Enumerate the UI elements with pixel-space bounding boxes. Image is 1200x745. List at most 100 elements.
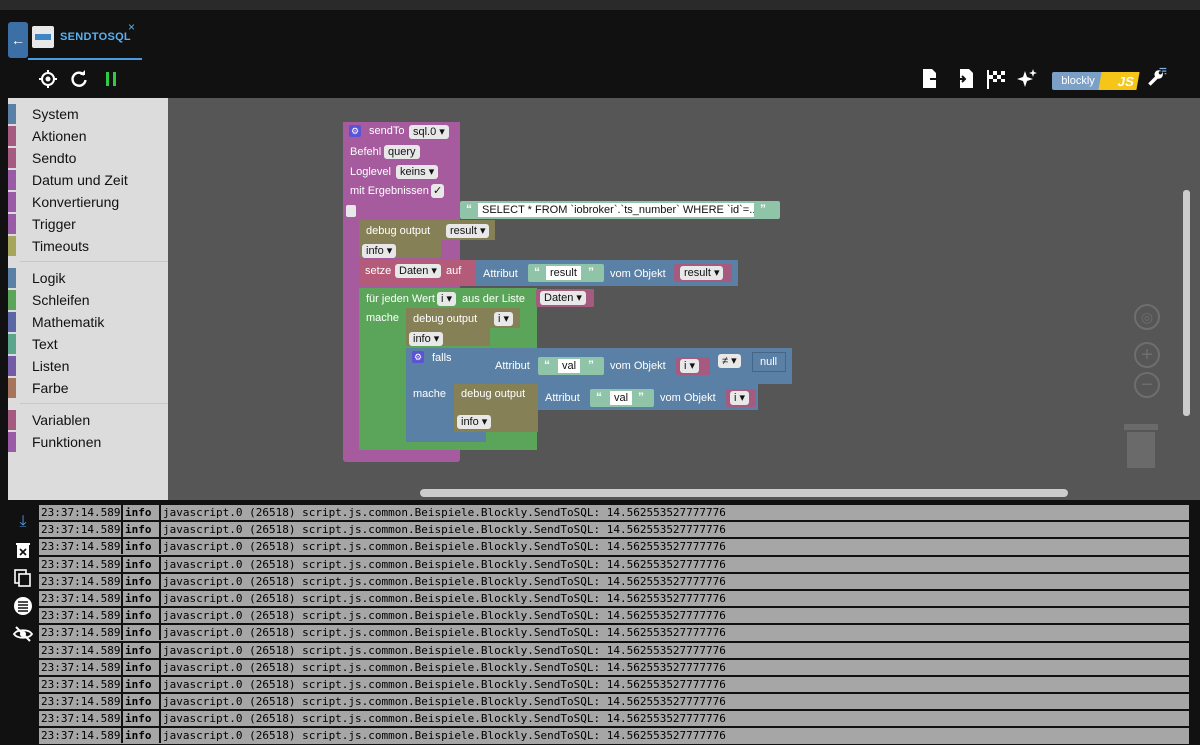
log-row: 23:37:14.589 info javascript.0 (26518) scr… [38,589,1190,608]
debug-output-label-3: debug output [461,388,526,400]
debug2-var-dropdown[interactable]: i ▾ [494,312,514,326]
log-row: 23:37:14.589 info javascript.0 (26518) scr… [38,693,1190,711]
tab-close-icon[interactable]: × [128,20,135,34]
copy-icon[interactable] [12,567,34,589]
mit-ergebnissen-checkbox[interactable]: ✓ [431,184,445,198]
hide-eye-icon[interactable] [12,623,34,645]
zoom-out-icon[interactable]: − [1134,372,1160,398]
workspace-vertical-scrollbar[interactable] [1183,190,1190,416]
import-icon[interactable] [953,68,975,90]
log-time: 23:37:14.589 [41,574,121,588]
compare-operator-dropdown[interactable]: ≠ ▾ [718,354,741,368]
category-schleifen[interactable]: Schleifen [8,290,168,310]
category-label: Text [32,336,58,352]
tab-sendtosql[interactable]: SENDTOSQL × [28,18,142,60]
foreach-var-dropdown[interactable]: i ▾ [437,292,457,306]
log-message: javascript.0 (26518) script.js.common.Be… [159,642,726,658]
category-listen[interactable]: Listen [8,356,168,376]
debug3-level-dropdown[interactable]: info ▾ [457,415,492,429]
attribut-label-3: Attribut [545,392,580,404]
setze-var-dropdown[interactable]: Daten ▾ [395,264,441,278]
attribut-value-2[interactable]: val [558,359,581,373]
scroll-to-bottom-icon[interactable]: ⤓ [12,511,34,533]
workspace-horizontal-scrollbar[interactable] [420,489,1068,497]
attribut-string-1[interactable]: “ result ” [528,264,604,282]
category-color-swatch [8,126,16,146]
blockly-workspace[interactable]: ⚙ sendTo sql.0 ▾ Befehl query Loglevel k… [168,98,1200,500]
objekt-var-block-2[interactable]: i ▾ [676,357,710,375]
mache-label: mache [366,312,400,324]
attribut-value-1[interactable]: result [546,266,581,280]
checkered-flag-icon[interactable] [985,68,1007,90]
objekt-var-block-1[interactable]: result ▾ [674,264,732,282]
gear-icon[interactable]: ⚙ [412,351,424,363]
log-message: javascript.0 (26518) script.js.common.Be… [159,539,726,555]
log-time: 23:37:14.589 [41,540,121,554]
null-block[interactable]: null [752,352,786,372]
list-view-icon[interactable] [12,595,34,617]
zoom-reset-icon[interactable]: ◎ [1134,304,1160,330]
liste-var-dropdown[interactable]: Daten ▾ [540,291,586,305]
debug1-level-dropdown[interactable]: info ▾ [362,244,397,258]
befehl-value[interactable]: query [384,145,420,159]
category-datum-und-zeit[interactable]: Datum und Zeit [8,170,168,190]
objekt-var-dropdown-1[interactable]: result ▾ [680,266,724,280]
category-variablen[interactable]: Variablen [8,410,168,430]
attribut-value-3[interactable]: val [610,391,633,405]
attribut-string-2[interactable]: “ val ” [538,357,604,375]
attribut-string-3[interactable]: “ val ” [590,389,654,407]
pause-icon[interactable] [100,68,122,90]
category-logik[interactable]: Logik [8,268,168,288]
log-panel: ⤓ 23:37:14.589 info javascript.0 (26518) s… [8,500,1200,745]
log-level: info [121,556,152,572]
category-mathematik[interactable]: Mathematik [8,312,168,332]
liste-var-block[interactable]: Daten ▾ [536,289,594,307]
refresh-icon[interactable] [68,68,90,90]
debug2-level-dropdown[interactable]: info ▾ [409,332,444,346]
sql-query-text[interactable]: SELECT * FROM `iobroker`.`ts_number` WHE… [478,203,754,217]
category-system[interactable]: System [8,104,168,124]
category-funktionen[interactable]: Funktionen [8,432,168,452]
category-color-swatch [8,170,16,190]
objekt-var-dropdown-2[interactable]: i ▾ [680,359,700,373]
log-message: javascript.0 (26518) script.js.common.Be… [159,522,726,538]
trash-icon[interactable] [1124,420,1158,468]
attribut-label-2: Attribut [495,360,530,372]
crosshair-icon[interactable] [37,68,59,90]
category-trigger[interactable]: Trigger [8,214,168,234]
log-message: javascript.0 (26518) script.js.common.Be… [159,625,726,641]
debug1-var-dropdown[interactable]: result ▾ [446,224,490,238]
log-row: 23:37:14.589 info javascript.0 (26518) scr… [38,607,1190,625]
category-text[interactable]: Text [8,334,168,354]
objekt-var-block-3[interactable]: i ▾ [726,389,756,407]
category-label: Funktionen [32,434,102,450]
category-timeouts[interactable]: Timeouts [8,236,168,256]
log-message: javascript.0 (26518) script.js.common.Be… [159,590,726,606]
log-level: info [121,676,152,692]
category-konvertierung[interactable]: Konvertierung [8,192,168,212]
sendto-instance-dropdown[interactable]: sql.0 ▾ [409,125,449,139]
back-button[interactable]: ← [8,22,28,58]
objekt-var-dropdown-3[interactable]: i ▾ [730,391,750,405]
collapse-toggle[interactable] [346,205,356,217]
clear-log-icon[interactable] [12,539,34,561]
loglevel-dropdown[interactable]: keins ▾ [396,165,439,179]
zoom-in-icon[interactable]: + [1134,342,1160,368]
category-color-swatch [8,410,16,430]
category-farbe[interactable]: Farbe [8,378,168,398]
category-sendto[interactable]: Sendto [8,148,168,168]
export-icon[interactable] [920,68,942,90]
open-quote-icon: “ [466,202,472,216]
blockly-to-js-toggle[interactable]: blockly JS [1052,70,1140,92]
sql-string-block[interactable]: “ SELECT * FROM `iobroker`.`ts_number` W… [460,201,780,219]
log-message: javascript.0 (26518) script.js.common.Be… [159,728,726,744]
category-aktionen[interactable]: Aktionen [8,126,168,146]
log-row: 23:37:14.589 info javascript.0 (26518) scr… [38,572,1190,590]
wrench-settings-icon[interactable] [1146,66,1168,88]
category-color-swatch [8,192,16,212]
toolbar: blockly JS [0,60,1200,98]
aus-der-liste-label: aus der Liste [462,293,525,305]
sparkle-icon[interactable] [1016,68,1038,90]
gear-icon[interactable]: ⚙ [349,125,361,137]
category-color-swatch [8,104,16,124]
